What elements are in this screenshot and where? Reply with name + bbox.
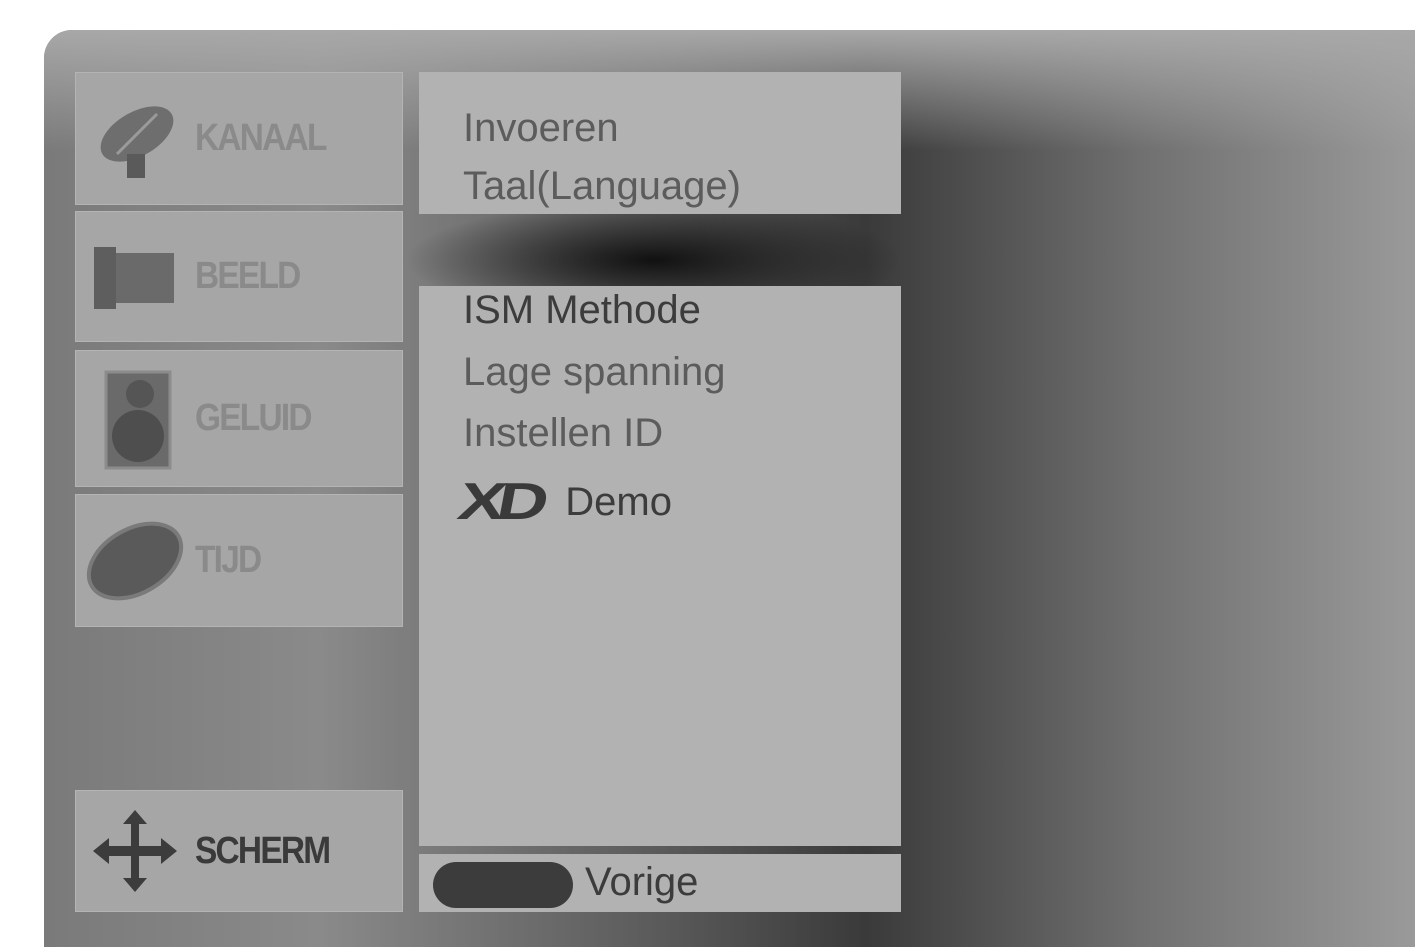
sidebar-item-geluid[interactable]: GELUID: [75, 350, 403, 487]
sidebar-item-label: KANAAL: [195, 117, 327, 159]
sidebar-item-label: BEELD: [195, 255, 301, 297]
menu-item-xd-demo[interactable]: XD Demo: [453, 472, 672, 532]
back-label: Vorige: [585, 860, 699, 904]
menu-item-taal[interactable]: Taal(Language): [463, 164, 741, 209]
footer-panel: Vorige: [419, 854, 901, 912]
picture-screen-icon: [75, 211, 195, 342]
menu-button-icon[interactable]: [433, 862, 573, 908]
demo-label: Demo: [565, 480, 672, 524]
menu-item-ism-methode[interactable]: ISM Methode: [463, 288, 701, 333]
sidebar-item-label: SCHERM: [195, 829, 331, 872]
submenu-top-panel: Invoeren Taal(Language): [419, 72, 901, 214]
menu-item-invoeren[interactable]: Invoeren: [463, 106, 619, 151]
move-arrows-icon: [75, 790, 195, 912]
sidebar-item-label: GELUID: [195, 397, 313, 439]
menu-item-instellen-id[interactable]: Instellen ID: [463, 411, 663, 456]
clock-icon: [75, 494, 195, 627]
sidebar-item-label: TIJD: [195, 539, 262, 581]
satellite-dish-icon: [75, 72, 195, 205]
menu-item-lage-spanning[interactable]: Lage spanning: [463, 350, 725, 395]
speaker-icon: [75, 350, 195, 487]
sidebar-item-tijd[interactable]: TIJD: [75, 494, 403, 627]
sidebar-item-beeld[interactable]: BEELD: [75, 211, 403, 342]
xd-logo: XD: [453, 473, 546, 531]
submenu-panel: ISM Methode Lage spanning Instellen ID X…: [419, 286, 901, 846]
sidebar-item-scherm[interactable]: SCHERM: [75, 790, 403, 912]
sidebar-item-kanaal[interactable]: KANAAL: [75, 72, 403, 205]
